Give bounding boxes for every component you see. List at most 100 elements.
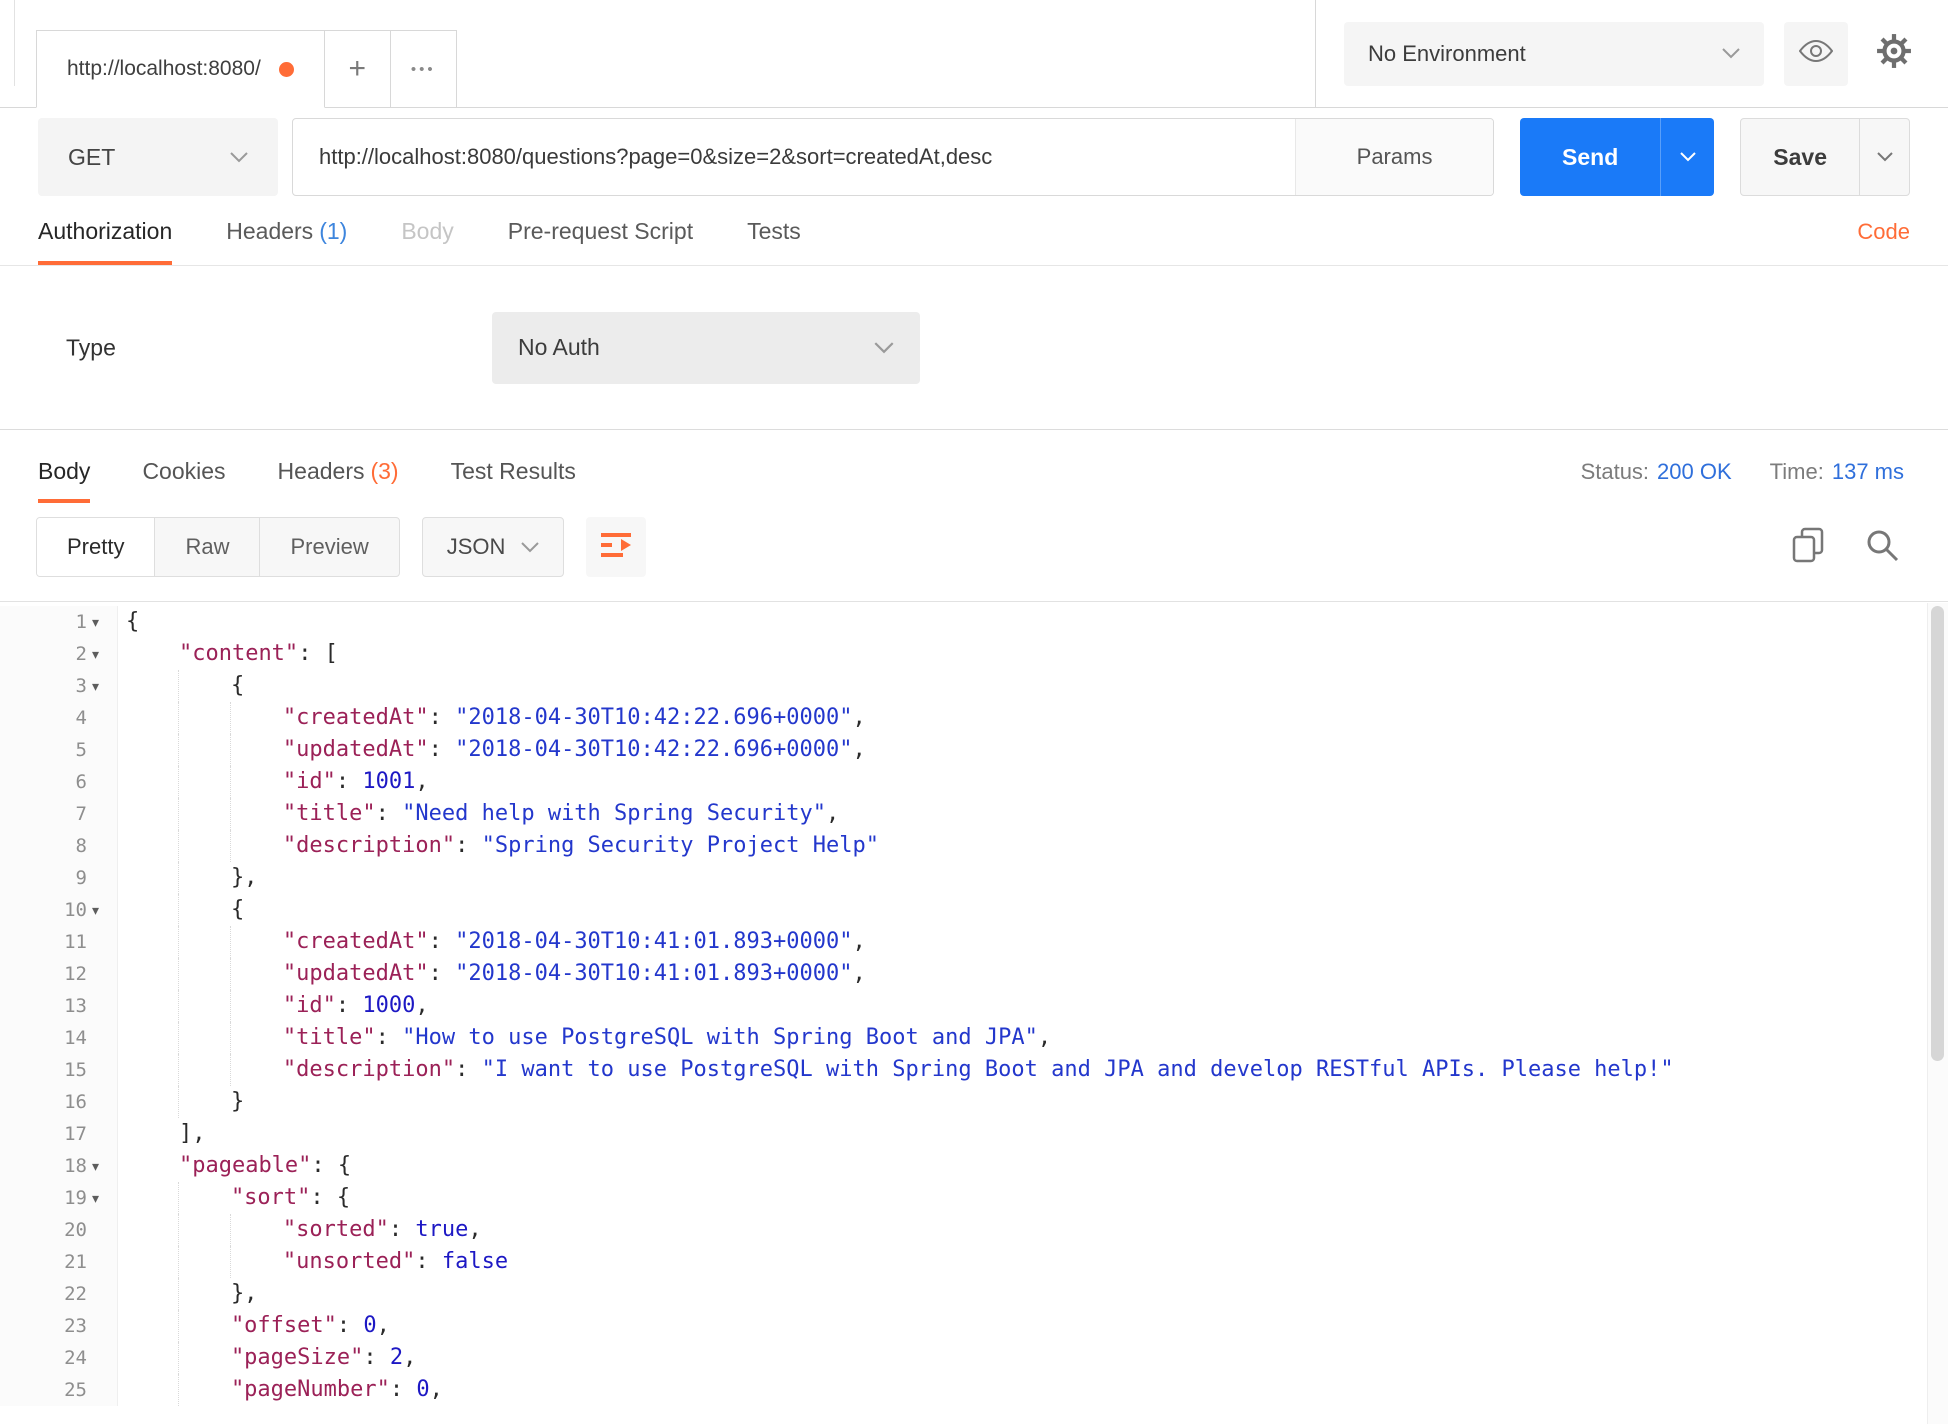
ellipsis-icon: ••• — [410, 60, 436, 78]
status-value: 200 OK — [1657, 459, 1732, 484]
url-input[interactable] — [293, 119, 1296, 195]
search-button[interactable] — [1860, 525, 1904, 569]
send-options-button[interactable] — [1660, 118, 1714, 196]
code-line: 4 "createdAt": "2018-04-30T10:42:22.696+0… — [0, 702, 1926, 734]
environment-quicklook-button[interactable] — [1784, 21, 1848, 86]
fold-toggle-icon[interactable]: ▾ — [87, 606, 117, 638]
tab-body[interactable]: Body — [401, 218, 453, 265]
line-gutter: 17 — [0, 1118, 118, 1150]
code-text: "title": "Need help with Spring Security… — [118, 798, 839, 830]
code-text: "description": "Spring Security Project … — [118, 830, 879, 862]
scrollbar-thumb[interactable] — [1931, 606, 1944, 1061]
response-scrollbar[interactable] — [1927, 603, 1948, 1424]
new-tab-button[interactable]: + — [324, 30, 391, 107]
code-line: 6 "id": 1001, — [0, 766, 1926, 798]
response-tabs: Body Cookies Headers (3) Test Results Sta… — [0, 430, 1948, 503]
line-number: 15 — [64, 1059, 87, 1081]
send-button[interactable]: Send — [1520, 118, 1715, 196]
settings-button[interactable] — [1868, 22, 1920, 86]
line-gutter: 15 — [0, 1054, 118, 1086]
response-body-viewer[interactable]: 1 ▾{2 ▾ "content": [3 ▾{4 "createdAt": "2018-… — [0, 601, 1948, 1424]
code-text: "pageNumber": 0, — [118, 1374, 443, 1406]
save-options-button[interactable] — [1859, 119, 1909, 195]
code-line: 24 "pageSize": 2, — [0, 1342, 1926, 1374]
line-gutter: 10 ▾ — [0, 894, 118, 926]
fold-toggle-icon[interactable]: ▾ — [87, 638, 117, 670]
view-mode-switch: Pretty Raw Preview — [36, 517, 400, 577]
response-tools — [1786, 525, 1904, 569]
line-number: 18 — [64, 1155, 87, 1177]
line-gutter: 7 — [0, 798, 118, 830]
tab-tests[interactable]: Tests — [747, 218, 801, 265]
code-text: "offset": 0, — [118, 1310, 390, 1342]
code-text: { — [118, 670, 244, 702]
line-gutter: 21 — [0, 1246, 118, 1278]
view-preview-button[interactable]: Preview — [260, 518, 398, 576]
view-raw-button[interactable]: Raw — [155, 518, 261, 576]
tab-options-button[interactable]: ••• — [390, 30, 457, 107]
line-gutter: 5 — [0, 734, 118, 766]
copy-icon — [1792, 527, 1824, 568]
time-label: Time: — [1769, 459, 1824, 484]
code-line: 19 ▾ "sort": { — [0, 1182, 1926, 1214]
response-toolbar: Pretty Raw Preview JSON — [36, 517, 1904, 577]
auth-type-select[interactable]: No Auth — [492, 311, 920, 384]
line-number: 19 — [64, 1187, 87, 1209]
code-text: "sort": { — [118, 1182, 350, 1214]
code-line: 2 ▾ "content": [ — [0, 638, 1926, 670]
tab-authorization[interactable]: Authorization — [38, 218, 173, 265]
fold-toggle-icon[interactable]: ▾ — [87, 670, 117, 702]
code-line: 14 "title": "How to use PostgreSQL with S… — [0, 1022, 1926, 1054]
tab-response-headers[interactable]: Headers (3) — [278, 458, 399, 503]
code-line: 7 "title": "Need help with Spring Securit… — [0, 798, 1926, 830]
fold-toggle-icon[interactable]: ▾ — [87, 894, 117, 926]
code-text: "sorted": true, — [118, 1214, 482, 1246]
tab-cookies[interactable]: Cookies — [142, 458, 225, 503]
line-number: 24 — [64, 1347, 87, 1369]
request-builder: GET Params Send Save — [0, 108, 1948, 196]
code-text: "id": 1000, — [118, 990, 429, 1022]
code-link[interactable]: Code — [1857, 219, 1910, 265]
code-text: }, — [118, 1278, 257, 1310]
line-gutter: 25 — [0, 1374, 118, 1406]
authorization-panel: Type No Auth — [0, 266, 1948, 430]
open-request-tab[interactable]: http://localhost:8080/ — [36, 30, 325, 108]
save-button[interactable]: Save — [1740, 118, 1910, 196]
line-gutter: 23 — [0, 1310, 118, 1342]
code-text: "updatedAt": "2018-04-30T10:42:22.696+00… — [118, 734, 866, 766]
chevron-down-icon — [874, 341, 894, 354]
code-text: "id": 1001, — [118, 766, 429, 798]
method-select[interactable]: GET — [38, 118, 278, 196]
wrap-text-button[interactable] — [586, 517, 647, 577]
copy-button[interactable] — [1786, 525, 1830, 569]
line-gutter: 11 — [0, 926, 118, 958]
code-text: "unsorted": false — [118, 1246, 508, 1278]
time-badge: Time: 137 ms — [1770, 459, 1904, 485]
fold-toggle-icon[interactable]: ▾ — [87, 1150, 117, 1182]
code-line: 22}, — [0, 1278, 1926, 1310]
code-text: "updatedAt": "2018-04-30T10:41:01.893+00… — [118, 958, 866, 990]
time-value: 137 ms — [1831, 459, 1904, 484]
view-pretty-button[interactable]: Pretty — [37, 518, 156, 576]
tab-response-body[interactable]: Body — [38, 458, 91, 503]
request-tabs: Authorization Headers (1) Body Pre-reques… — [0, 196, 1948, 266]
code-line: 1 ▾ { — [0, 606, 1926, 638]
fold-toggle-icon[interactable]: ▾ — [87, 1182, 117, 1214]
tab-test-results[interactable]: Test Results — [451, 458, 576, 503]
line-number: 8 — [75, 835, 87, 857]
format-select[interactable]: JSON — [421, 517, 565, 577]
app-header: http://localhost:8080/ + ••• No Environm… — [0, 0, 1948, 108]
tab-pre-request-script[interactable]: Pre-request Script — [508, 218, 693, 265]
code-lines: 1 ▾{2 ▾ "content": [3 ▾{4 "createdAt": "2018-… — [0, 606, 1926, 1406]
chevron-down-icon — [1722, 48, 1740, 59]
tab-headers[interactable]: Headers (1) — [226, 218, 347, 265]
line-number: 14 — [64, 1027, 87, 1049]
code-line: 20 "sorted": true, — [0, 1214, 1926, 1246]
environment-select[interactable]: No Environment — [1344, 21, 1764, 86]
params-button[interactable]: Params — [1295, 119, 1494, 195]
